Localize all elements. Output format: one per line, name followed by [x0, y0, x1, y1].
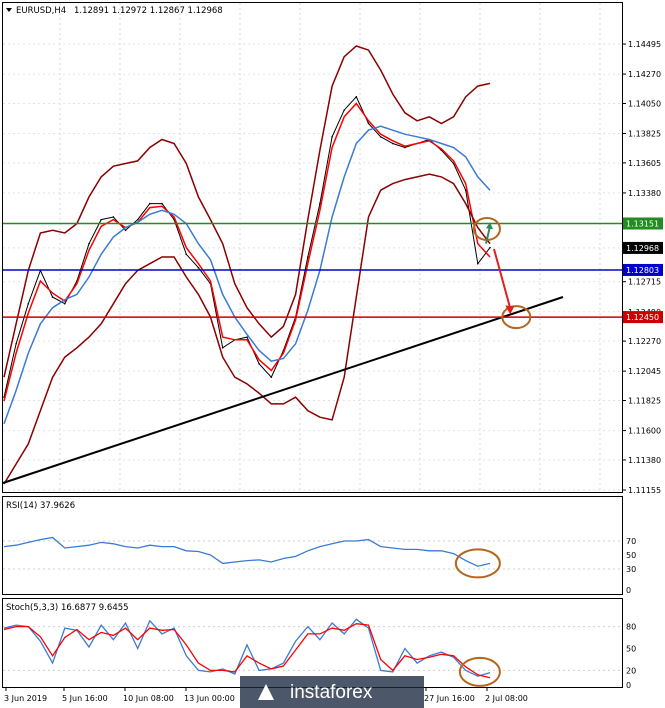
close-point — [343, 109, 346, 111]
close-point — [331, 136, 333, 138]
rsi-header: RSI(14) 37.9626 — [6, 501, 75, 511]
price-tick-label: 1.12715 — [628, 278, 661, 287]
close-point — [197, 266, 200, 269]
close-point — [221, 347, 224, 349]
level-price-tag-label: 1.12803 — [626, 266, 659, 275]
price-tick-label: 1.13825 — [628, 130, 661, 139]
stoch-header: Stoch(5,3,3) 16.6877 9.6455 — [6, 603, 129, 613]
close-point — [112, 216, 115, 218]
stoch-axis-label: 80 — [626, 623, 636, 632]
close-point — [27, 302, 30, 305]
grid-lines — [3, 3, 622, 492]
rsi-circle-marker — [454, 548, 501, 579]
rsi-plot: 70 50 30 0 — [3, 536, 636, 595]
collapse-triangle-icon[interactable] — [6, 8, 12, 12]
close-point — [185, 253, 188, 256]
stoch-circle-marker — [458, 656, 501, 687]
close-point — [404, 146, 406, 149]
support-trendline[interactable] — [2, 296, 564, 484]
main-price-plot — [2, 45, 564, 485]
close-point — [15, 342, 17, 345]
time-label: 27 Jun 16:00 — [424, 694, 475, 703]
close-point — [51, 296, 54, 298]
time-label: 3 Jun 2019 — [4, 694, 47, 703]
price-tick-label: 1.11600 — [628, 427, 661, 436]
close-point — [489, 246, 491, 249]
stoch-signal-line — [3, 623, 491, 679]
close-point — [355, 95, 358, 98]
series-bb-lower-line — [3, 173, 491, 485]
close-point — [258, 363, 260, 365]
watermark-text: instaforex — [290, 682, 373, 703]
rsi-line — [3, 536, 491, 567]
rsi-axis-label: 30 — [626, 565, 636, 574]
ohlc-values: 1.12891 1.12972 1.12867 1.12968 — [74, 6, 223, 16]
chart-canvas: EURUSD,H4 1.12891 1.12972 1.12867 1.1296… — [2, 2, 663, 708]
price-tick-label: 1.12045 — [628, 367, 661, 376]
close-point — [367, 122, 370, 125]
main-header: EURUSD,H4 1.12891 1.12972 1.12867 1.1296… — [6, 6, 223, 16]
panel-frames — [2, 2, 623, 688]
price-tick-label: 1.14050 — [628, 99, 661, 108]
close-point — [246, 336, 248, 338]
red-down-arrow-icon — [493, 248, 512, 309]
price-tick-label: 1.13605 — [628, 159, 661, 168]
price-tick-label: 1.14495 — [628, 40, 661, 49]
close-point — [477, 262, 479, 265]
price-tick-label: 1.11155 — [628, 486, 661, 495]
rsi-panel-frame — [2, 496, 623, 595]
symbol-label: EURUSD,H4 — [16, 6, 66, 16]
level-price-tag-label: 1.13151 — [626, 219, 659, 228]
series-slow-ma-line — [3, 125, 491, 425]
close-point — [88, 242, 90, 245]
stoch-axis-label: 50 — [626, 645, 636, 654]
close-point — [392, 142, 394, 145]
close-point — [270, 376, 273, 378]
price-tick-label: 1.11825 — [628, 397, 661, 406]
level-price-tag-label: 1.12968 — [626, 244, 659, 253]
series-bb-upper-line — [3, 45, 491, 378]
instaforex-watermark: instaforex — [240, 676, 424, 708]
price-tick-label: 1.11380 — [628, 456, 661, 465]
rsi-axis-label: 50 — [626, 551, 636, 560]
close-point — [306, 256, 309, 258]
time-label: 13 Jun 00:00 — [184, 694, 235, 703]
level-price-tag-label: 1.12450 — [626, 313, 659, 322]
chart-window: EURUSD,H4 1.12891 1.12972 1.12867 1.1296… — [0, 0, 665, 708]
close-point — [136, 218, 139, 221]
price-tick-label: 1.13380 — [628, 189, 661, 198]
rsi-axis-label: 70 — [626, 537, 636, 546]
close-point — [379, 136, 382, 138]
close-point — [100, 218, 102, 221]
series-fast-ma-line — [3, 102, 491, 402]
close-point — [149, 202, 151, 205]
time-label: 2 Jul 08:00 — [485, 694, 528, 703]
price-tick-label: 1.12270 — [628, 337, 661, 346]
stoch-axis-label: 0 — [626, 681, 631, 690]
stoch-main-line — [3, 618, 491, 677]
price-axes: 1.14495 1.14270 1.14050 1.13825 1.13605 1.133… — [622, 40, 663, 495]
close-point — [161, 202, 163, 205]
close-point — [124, 229, 127, 232]
series-close-line — [3, 95, 491, 398]
time-label: 5 Jun 16:00 — [62, 694, 108, 703]
rsi-axis-label: 0 — [626, 586, 631, 595]
close-point — [63, 302, 66, 305]
time-label: 10 Jun 08:00 — [123, 694, 174, 703]
price-tick-label: 1.14270 — [628, 70, 661, 79]
stoch-axis-label: 20 — [626, 666, 636, 675]
